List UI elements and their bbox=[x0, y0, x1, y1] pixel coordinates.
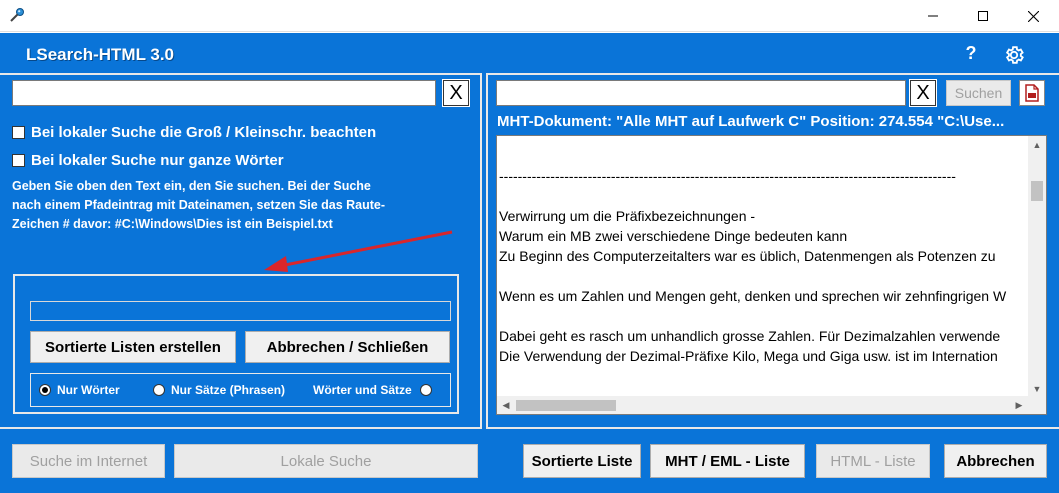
window-titlebar bbox=[0, 0, 1059, 32]
document-viewer[interactable]: ----------------------------------------… bbox=[496, 135, 1047, 415]
cancel-close-button[interactable]: Abbrechen / Schließen bbox=[245, 331, 450, 363]
local-search-button[interactable]: Lokale Suche bbox=[174, 444, 478, 478]
case-sensitive-option[interactable]: Bei lokaler Suche die Groß / Kleinschr. … bbox=[12, 122, 376, 142]
scroll-left-icon[interactable]: ◀ bbox=[497, 396, 515, 414]
minimize-button[interactable] bbox=[910, 0, 956, 32]
case-sensitive-checkbox[interactable] bbox=[12, 125, 25, 139]
radio-both-label: Wörter und Sätze bbox=[313, 383, 412, 397]
document-line: Die Verwendung der Dezimal-Präfixe Kilo,… bbox=[499, 348, 998, 364]
radio-words-label: Nur Wörter bbox=[57, 383, 120, 397]
scroll-thumb[interactable] bbox=[1031, 181, 1043, 201]
document-line: Dabei geht es rasch um unhandlich grosse… bbox=[499, 328, 1001, 344]
document-text: ----------------------------------------… bbox=[499, 136, 1025, 398]
app-title: LSearch-HTML 3.0 bbox=[26, 45, 175, 64]
radio-phrases-label: Nur Sätze (Phrasen) bbox=[171, 383, 286, 397]
horizontal-scrollbar[interactable]: ◀ ▶ bbox=[497, 396, 1028, 414]
clear-local-search-button[interactable]: X bbox=[442, 79, 470, 107]
radio-dot[interactable] bbox=[153, 384, 165, 396]
whole-words-label: Bei lokaler Suche nur ganze Wörter bbox=[31, 151, 284, 169]
search-button[interactable]: Suchen bbox=[946, 80, 1011, 106]
mode-radio-group: Nur Wörter Nur Sätze (Phrasen) Wörter un… bbox=[30, 373, 451, 407]
scroll-corner bbox=[1028, 396, 1046, 414]
radio-words-and-phrases[interactable]: Wörter und Sätze bbox=[313, 383, 432, 397]
document-line: Zu Beginn des Computerzeitalters war es … bbox=[499, 248, 996, 264]
exit-button[interactable]: Abbrechen bbox=[944, 444, 1047, 478]
document-search-input[interactable] bbox=[496, 80, 906, 106]
document-line: Warum ein MB zwei verschiedene Dinge bed… bbox=[499, 228, 848, 244]
create-sorted-lists-button[interactable]: Sortierte Listen erstellen bbox=[30, 331, 236, 363]
clear-document-search-button[interactable]: X bbox=[909, 79, 937, 107]
radio-dot[interactable] bbox=[39, 384, 51, 396]
progress-bar bbox=[30, 301, 451, 321]
hint-line: nach einem Pfadeintrag mit Dateinamen, s… bbox=[12, 198, 386, 212]
whole-words-checkbox[interactable] bbox=[12, 153, 25, 167]
pin-icon bbox=[9, 7, 25, 23]
scroll-right-icon[interactable]: ▶ bbox=[1010, 396, 1028, 414]
radio-dot[interactable] bbox=[419, 384, 432, 396]
case-sensitive-label: Bei lokaler Suche die Groß / Kleinschr. … bbox=[31, 123, 377, 141]
document-line: Wenn es um Zahlen und Mengen geht, denke… bbox=[499, 288, 1007, 304]
document-line: ----------------------------------------… bbox=[499, 168, 956, 184]
document-line: Verwirrung um die Präfixbezeichnungen - bbox=[499, 208, 756, 224]
whole-words-option[interactable]: Bei lokaler Suche nur ganze Wörter bbox=[12, 150, 284, 170]
radio-words-only[interactable]: Nur Wörter bbox=[39, 383, 120, 397]
help-icon[interactable]: ? bbox=[961, 43, 981, 67]
scroll-up-icon[interactable]: ▲ bbox=[1028, 136, 1046, 154]
document-status: MHT-Dokument: "Alle MHT auf Laufwerk C" … bbox=[497, 113, 1005, 130]
pdf-icon[interactable] bbox=[1019, 80, 1045, 106]
vertical-scrollbar[interactable]: ▲ ▼ bbox=[1028, 136, 1046, 398]
mht-eml-list-button[interactable]: MHT / EML - Liste bbox=[650, 444, 805, 478]
maximize-button[interactable] bbox=[960, 0, 1006, 32]
sorted-list-button[interactable]: Sortierte Liste bbox=[523, 444, 641, 478]
list-creation-box: Sortierte Listen erstellen Abbrechen / S… bbox=[13, 274, 459, 414]
search-hint: Geben Sie oben den Text ein, den Sie suc… bbox=[12, 177, 452, 234]
close-button[interactable] bbox=[1010, 0, 1056, 32]
gear-icon[interactable] bbox=[1003, 44, 1025, 66]
radio-phrases-only[interactable]: Nur Sätze (Phrasen) bbox=[153, 383, 285, 397]
search-internet-button[interactable]: Suche im Internet bbox=[12, 444, 165, 478]
html-list-button[interactable]: HTML - Liste bbox=[816, 444, 930, 478]
scroll-thumb[interactable] bbox=[516, 400, 616, 411]
hint-line: Geben Sie oben den Text ein, den Sie suc… bbox=[12, 179, 371, 193]
local-search-input[interactable] bbox=[12, 80, 436, 106]
